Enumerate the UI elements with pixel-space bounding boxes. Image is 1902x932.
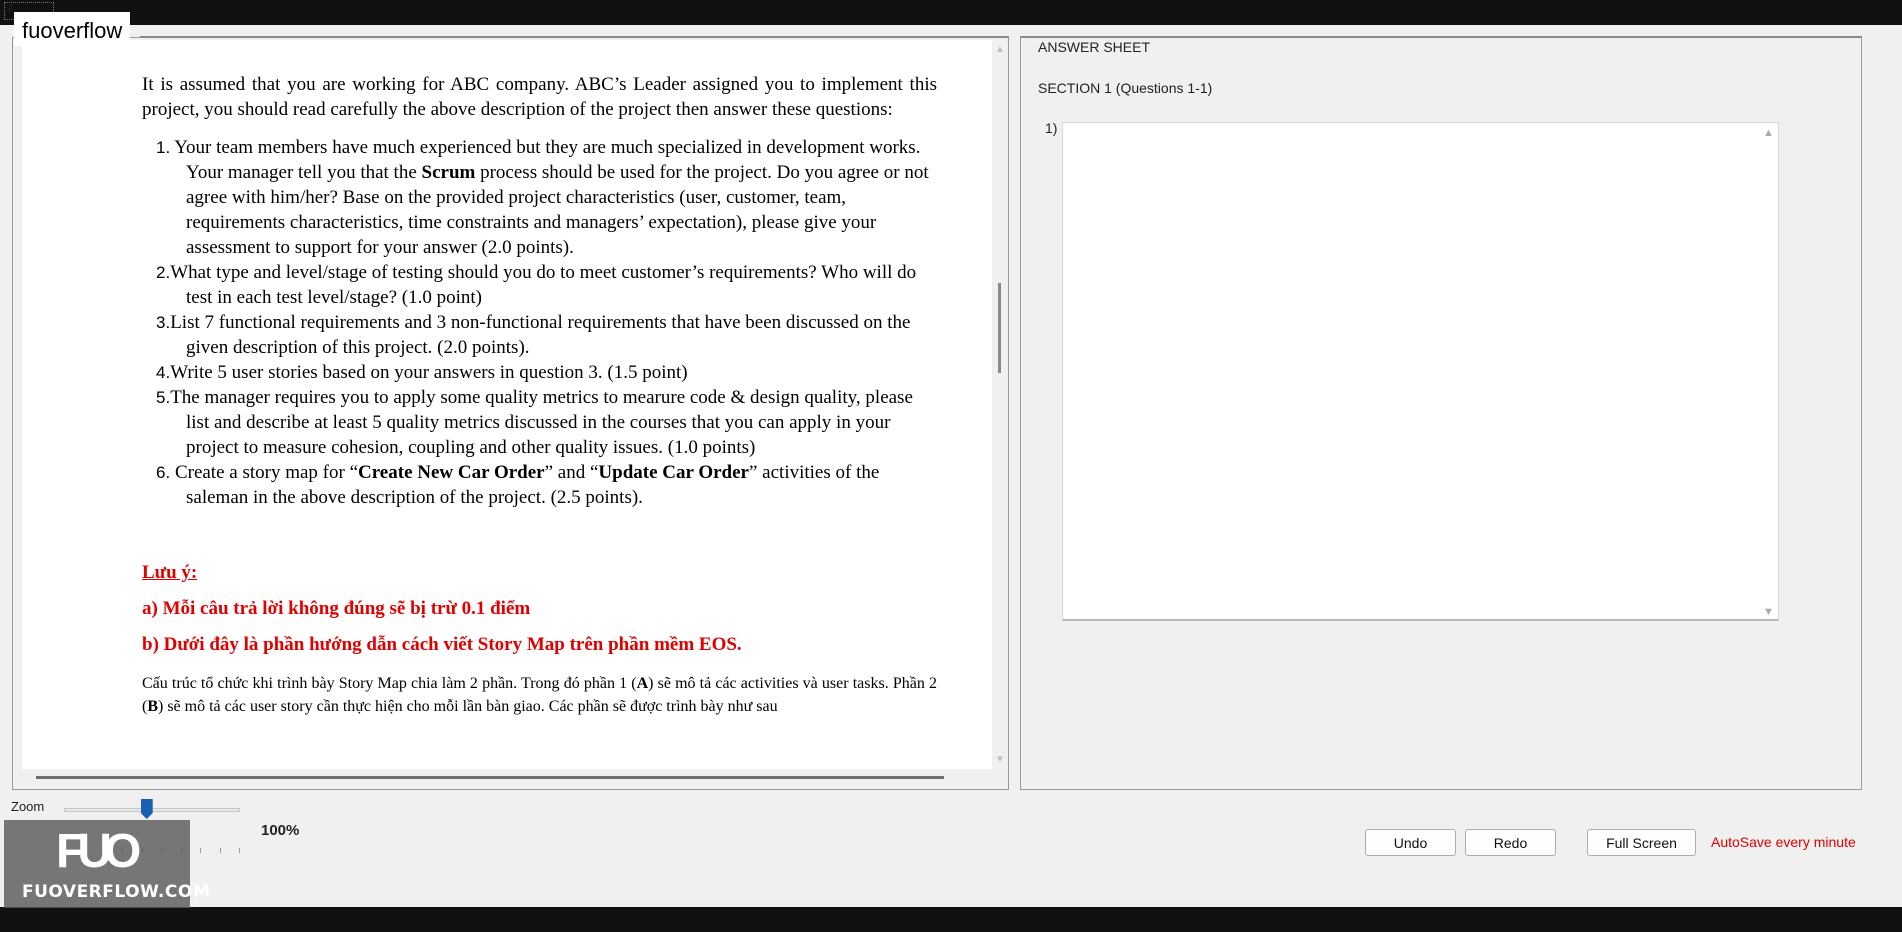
- document-content: It is assumed that you are working for A…: [142, 72, 937, 718]
- question-item: 1. Your team members have much experienc…: [156, 137, 929, 258]
- note-penalty: a) Mỗi câu trả lời không đúng sẽ bị trừ …: [142, 598, 531, 619]
- scroll-up-arrow-icon[interactable]: ▲: [1763, 127, 1774, 139]
- scroll-down-arrow-icon[interactable]: ▼: [995, 754, 1005, 765]
- question-number: 4.: [156, 363, 171, 382]
- question-item: 3.List 7 functional requirements and 3 n…: [156, 312, 911, 358]
- question-number: 2.: [156, 263, 171, 282]
- scroll-down-arrow-icon[interactable]: ▼: [1763, 606, 1774, 618]
- watermark-logo: FUO FUOVERFLOW.COM: [4, 820, 210, 908]
- redo-button[interactable]: Redo: [1465, 829, 1556, 856]
- answer-sheet-title: ANSWER SHEET: [1038, 39, 1151, 55]
- fuo-logo-mark: FUO: [56, 825, 141, 878]
- full-screen-button[interactable]: Full Screen: [1587, 829, 1696, 856]
- intro-paragraph: It is assumed that you are working for A…: [142, 74, 937, 120]
- undo-button[interactable]: Undo: [1365, 829, 1456, 856]
- document-horizontal-scrollbar[interactable]: [36, 776, 944, 779]
- question-item: 2.What type and level/stage of testing s…: [156, 262, 917, 308]
- document-vertical-scrollbar[interactable]: ▲ ▼: [992, 40, 1008, 769]
- question-number: 5.: [156, 388, 171, 407]
- question-document: It is assumed that you are working for A…: [22, 40, 992, 769]
- question-panel-top-border: [140, 36, 1009, 38]
- question-number: 6.: [156, 463, 171, 482]
- answer-scrollbar[interactable]: ▲ ▼: [1759, 123, 1778, 620]
- structure-paragraph: Cấu trúc tổ chức khi trình bày Story Map…: [142, 675, 938, 715]
- scrollbar-thumb[interactable]: [998, 283, 1001, 373]
- fuoverflow-watermark-text: FUOVERFLOW.COM: [22, 882, 211, 902]
- question-number: 3.: [156, 313, 171, 332]
- question-item: 6. Create a story map for “Create New Ca…: [156, 462, 880, 508]
- note-title: Lưu ý:: [142, 562, 198, 583]
- question-list: 1. Your team members have much experienc…: [142, 135, 937, 510]
- zoom-value: 100%: [261, 822, 300, 839]
- answer-question-label: 1): [1045, 120, 1058, 136]
- question-item: 5.The manager requires you to apply some…: [156, 387, 913, 458]
- question-item: 4.Write 5 user stories based on your ans…: [156, 362, 688, 383]
- question-number: 1.: [156, 138, 171, 157]
- section-title: SECTION 1 (Questions 1-1): [1038, 80, 1213, 96]
- autosave-status: AutoSave every minute: [1711, 834, 1856, 850]
- answer-textarea[interactable]: [1062, 122, 1779, 621]
- zoom-label: Zoom: [11, 799, 45, 814]
- note-story-map-guide: b) Dưới đây là phần hướng dẫn cách viết …: [142, 634, 742, 655]
- scroll-up-arrow-icon[interactable]: ▲: [995, 44, 1005, 55]
